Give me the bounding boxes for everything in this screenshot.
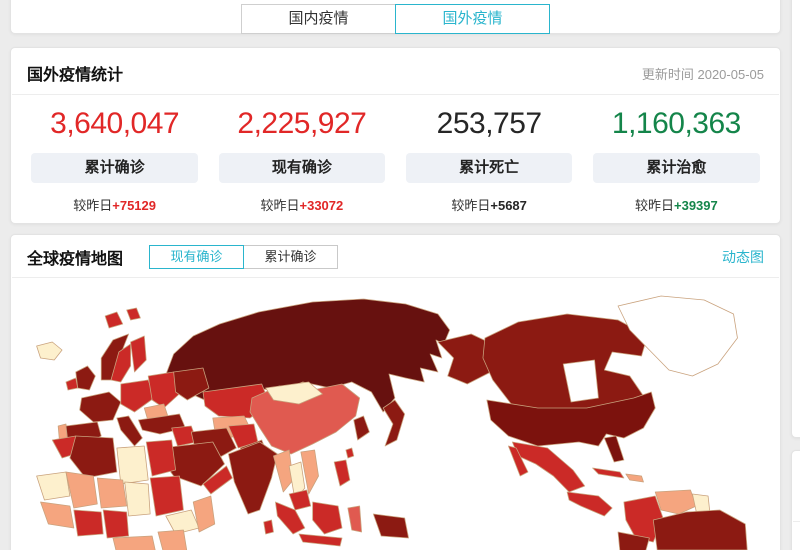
stat-cumulative-deaths: 253,757 累计死亡 较昨日+5687 [396, 106, 583, 214]
map-region-sri-lanka[interactable] [263, 519, 274, 535]
map-region-finland[interactable] [130, 335, 147, 373]
stat-cumulative-cured: 1,160,363 累计治愈 较昨日+39397 [583, 106, 770, 214]
stat-delta: 较昨日+33072 [214, 195, 389, 214]
map-region-malaysia[interactable] [288, 489, 312, 511]
map-region-india[interactable] [228, 441, 278, 515]
adjacent-card-top [791, 0, 800, 438]
map-region-ghana-ivory-coast[interactable] [73, 509, 104, 537]
stat-label: 现有确诊 [218, 153, 386, 183]
map-region-brazil[interactable] [652, 509, 748, 550]
delta-prefix: 较昨日 [73, 198, 113, 213]
top-tab-card: 国内疫情 国外疫情 [10, 0, 781, 34]
stat-label: 累计治愈 [593, 153, 760, 183]
map-region-east-africa[interactable] [157, 529, 188, 550]
delta-value: +75129 [112, 198, 156, 213]
map-region-borneo[interactable] [312, 501, 343, 535]
world-choropleth-map [11, 278, 780, 550]
tab-foreign-epidemic[interactable]: 国外疫情 [395, 4, 550, 34]
adjacent-card-bottom [791, 450, 800, 550]
map-region-uk[interactable] [75, 365, 96, 391]
map-region-nigeria[interactable] [102, 509, 130, 539]
stat-delta: 较昨日+75129 [27, 195, 202, 214]
map-region-philippines[interactable] [333, 459, 351, 487]
map-region-taiwan[interactable] [345, 447, 355, 459]
stat-delta: 较昨日+39397 [589, 195, 764, 214]
map-region-japan[interactable] [382, 399, 406, 447]
foreign-stats-card: 国外疫情统计 更新时间 2020-05-05 3,640,047 累计确诊 较昨… [10, 47, 781, 224]
delta-prefix: 较昨日 [634, 198, 674, 213]
dynamic-chart-link[interactable]: 动态图 [722, 247, 764, 267]
delta-prefix: 较昨日 [260, 198, 300, 213]
stat-label: 累计死亡 [405, 153, 573, 183]
map-region-florida[interactable] [603, 435, 625, 463]
map-metric-toggle: 现有确诊 累计确诊 [149, 245, 339, 269]
stat-delta: 较昨日+5687 [402, 195, 577, 214]
map-region-iceland[interactable] [36, 341, 63, 361]
stats-row: 3,640,047 累计确诊 较昨日+75129 2,225,927 现有确诊 … [11, 95, 780, 214]
stat-value: 1,160,363 [611, 107, 741, 140]
map-region-chad[interactable] [124, 481, 151, 517]
map-region-sudan[interactable] [149, 475, 184, 517]
stat-current-confirmed: 2,225,927 现有确诊 较昨日+33072 [208, 106, 395, 214]
world-map-svg [36, 295, 748, 550]
map-region-south-korea[interactable] [353, 415, 370, 441]
map-region-mali[interactable] [65, 471, 98, 509]
map-region-mauritania[interactable] [36, 471, 71, 501]
map-region-new-guinea[interactable] [372, 513, 409, 539]
global-map-card: 全球疫情地图 现有确诊 累计确诊 动态图 [10, 234, 781, 550]
stat-value: 253,757 [436, 107, 542, 140]
tab-domestic-epidemic[interactable]: 国内疫情 [241, 4, 396, 34]
top-tab-group: 国内疫情 国外疫情 [11, 0, 780, 34]
stat-value: 2,225,927 [237, 107, 367, 140]
map-region-france[interactable] [79, 391, 122, 423]
map-region-libya[interactable] [116, 445, 149, 485]
map-region-niger[interactable] [96, 477, 128, 509]
delta-value: +5687 [490, 198, 527, 213]
update-time-label: 更新时间 2020-05-05 [641, 66, 764, 82]
delta-value: +39397 [674, 198, 718, 213]
stat-label: 累计确诊 [31, 153, 198, 183]
divider [793, 521, 800, 522]
map-region-algeria[interactable] [69, 435, 118, 479]
toggle-cumulative-confirmed[interactable]: 累计确诊 [243, 245, 339, 269]
toggle-current-confirmed[interactable]: 现有确诊 [149, 245, 245, 269]
map-region-ireland[interactable] [65, 377, 79, 391]
delta-prefix: 较昨日 [451, 198, 491, 213]
stat-value: 3,640,047 [50, 107, 180, 140]
map-region-hispaniola[interactable] [625, 473, 644, 483]
map-region-java[interactable] [298, 533, 343, 547]
map-region-cuba[interactable] [592, 467, 625, 479]
map-card-title: 全球疫情地图 [27, 251, 124, 268]
map-region-greenland[interactable] [617, 295, 738, 377]
stats-card-title: 国外疫情统计 [27, 67, 124, 84]
map-region-sulawesi[interactable] [347, 505, 362, 533]
map-region-central-america[interactable] [566, 491, 613, 517]
map-region-venezuela[interactable] [654, 489, 697, 515]
map-region-egypt[interactable] [145, 439, 177, 477]
map-region-congo[interactable] [112, 535, 156, 550]
map-region-svalbard[interactable] [104, 311, 124, 329]
delta-value: +33072 [299, 198, 344, 213]
map-region-novaya-zemlya[interactable] [126, 307, 141, 321]
stat-cumulative-confirmed: 3,640,047 累计确诊 较昨日+75129 [21, 106, 208, 214]
map-region-west-africa[interactable] [40, 501, 75, 529]
